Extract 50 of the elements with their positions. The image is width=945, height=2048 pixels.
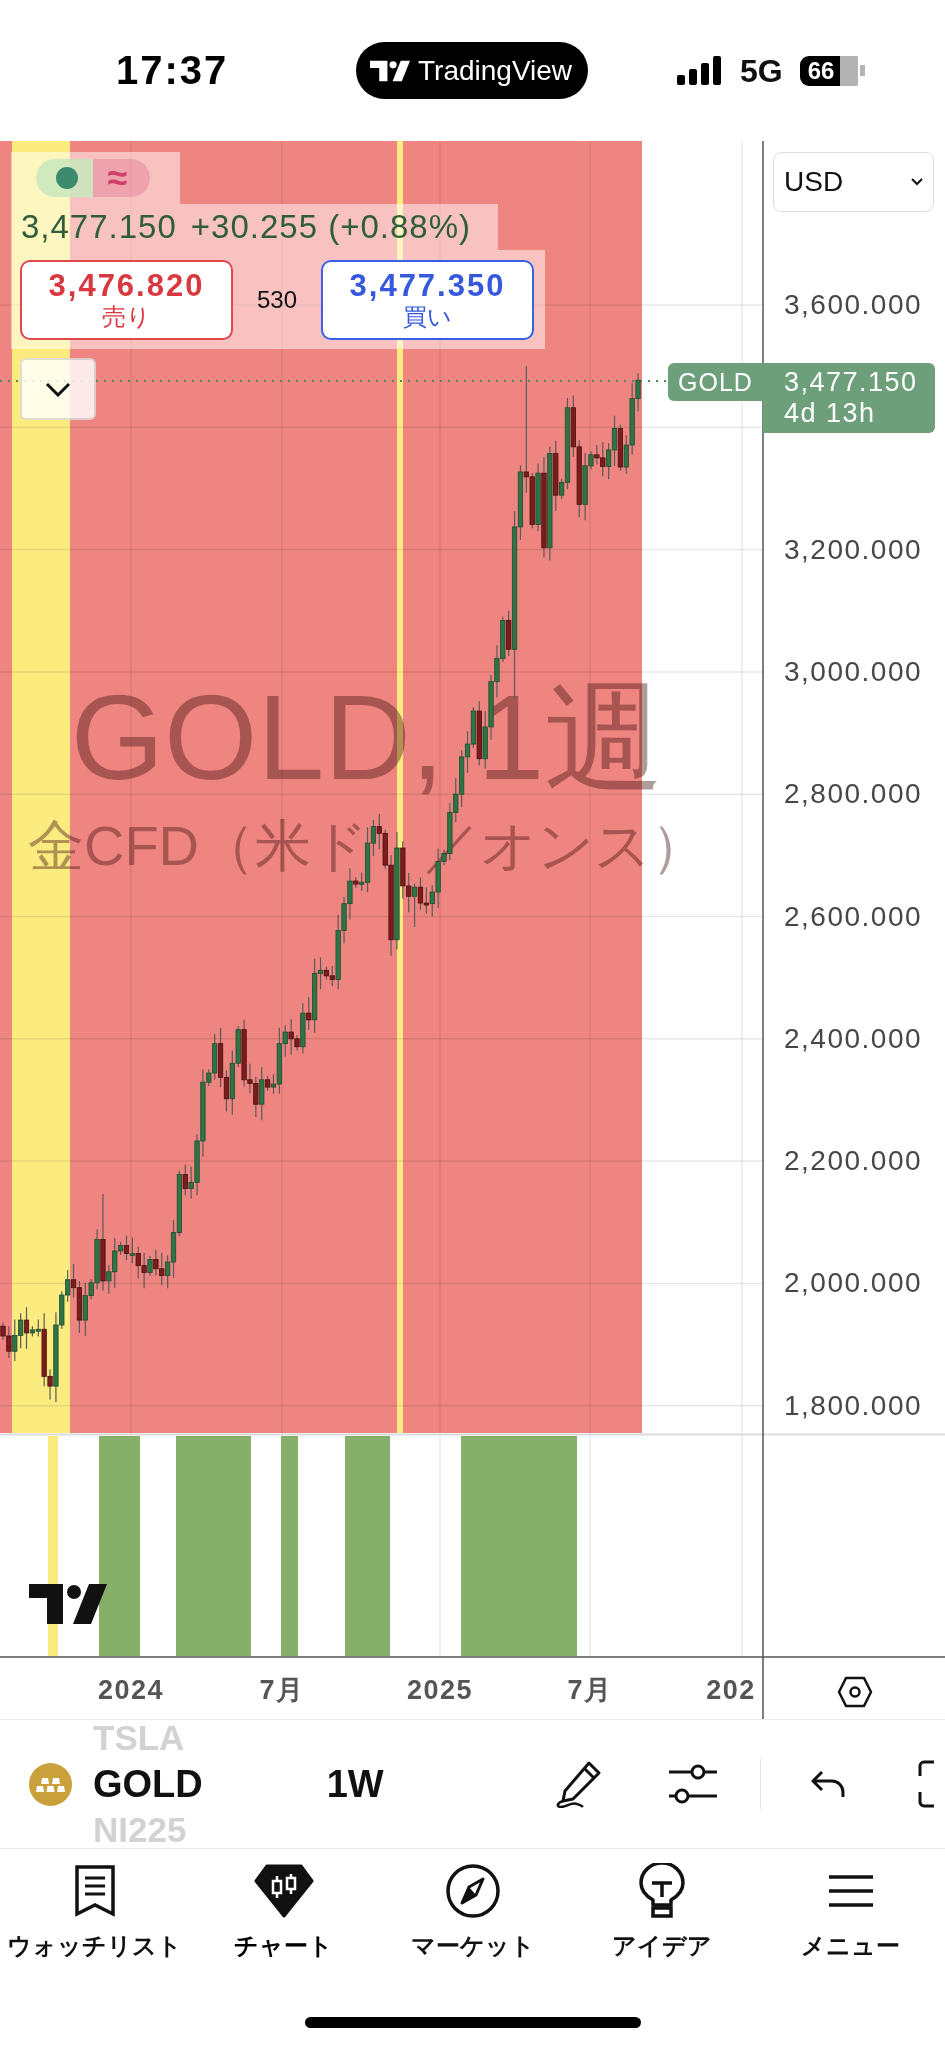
app-name-text: TradingView [418,54,573,87]
price-axis-label: 3,000.000 [784,655,923,688]
undo-icon[interactable] [810,1769,847,1799]
price-axis-label: 3,600.000 [784,289,923,321]
symbol-tag: GOLD [668,363,763,401]
buy-button[interactable]: 3,477.350 買い [321,259,534,340]
bullion-coin-icon [29,1762,72,1806]
price-axis-label: 2,600.000 [784,900,923,933]
nav-tab[interactable]: アイデア [567,1849,756,1964]
nav-tab[interactable]: ウォッチリスト [0,1849,189,1964]
hexagon-icon[interactable] [837,1676,873,1708]
pen-icon[interactable] [554,1760,603,1808]
interval-selector[interactable]: 1W [326,1762,384,1806]
chevron-down-icon [911,178,923,186]
status-time: 17:37 [116,48,229,93]
nav-tab[interactable]: マーケット [378,1849,567,1964]
sliders-icon[interactable] [667,1762,718,1806]
price-axis-label: 3,200.000 [784,533,923,566]
logo-icon [370,59,410,82]
price-change: +30.255 (+0.88%) [190,208,471,246]
bar-countdown: 4d 13h [784,398,876,429]
logo-icon [29,1584,107,1624]
price-axis-label: 1,800.000 [784,1389,923,1422]
spread-value: 530 [256,285,297,314]
time-axis-label: 202 [706,1674,756,1706]
symbol-item[interactable]: GOLD [29,1756,203,1812]
last-price: 3,477.150 [21,208,177,246]
time-axis-label: 7月 [567,1674,613,1706]
sell-button[interactable]: 3,476.820 売り [20,259,233,340]
price-axis-label: 2,200.000 [784,1145,923,1178]
nav-tab[interactable]: チャート [189,1849,378,1964]
network-type: 5G [740,52,783,89]
price-axis-label: 2,400.000 [784,1022,923,1055]
battery-indicator: 66 [799,55,865,86]
chart-candles-icon [253,1864,314,1918]
time-axis-label: 7月 [259,1674,305,1706]
chevron-down-icon [45,381,71,397]
lightbulb-icon [637,1863,686,1919]
compass-icon [444,1863,501,1919]
nav-tab[interactable]: メニュー [756,1849,945,1964]
time-axis-label: 2024 [97,1674,165,1706]
time-axis-label: 2025 [406,1674,474,1706]
price-axis-label: 2,800.000 [784,778,923,811]
menu-icon [827,1874,874,1908]
price-axis-label: 2,000.000 [784,1267,923,1300]
collapse-button[interactable] [20,358,96,420]
currency-dropdown[interactable]: USD [773,152,934,212]
bookmark-list-icon [73,1865,116,1917]
price-tag-value: 3,477.150 [784,367,918,398]
signal-icon [677,56,723,85]
